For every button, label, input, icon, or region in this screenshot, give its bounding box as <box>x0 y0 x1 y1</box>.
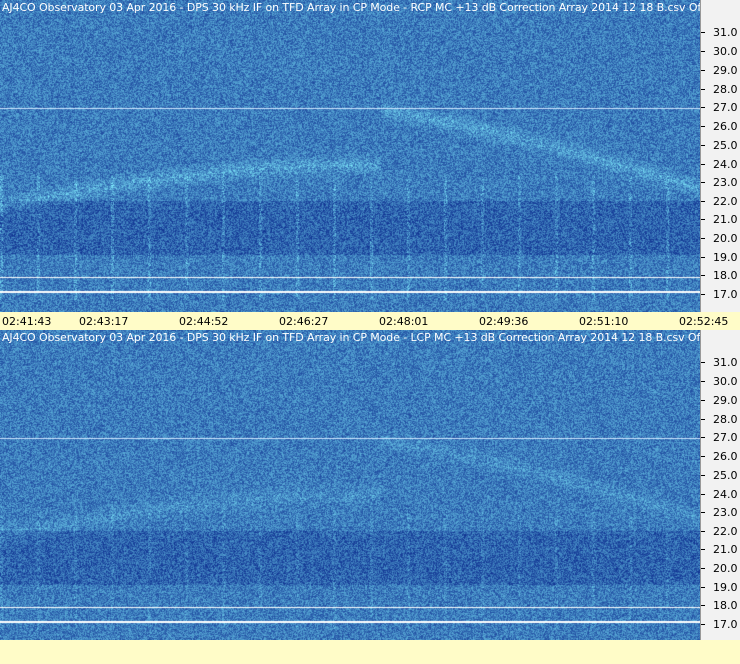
time-tick: 02:49:36 <box>479 315 529 328</box>
rcp-spectrogram-image <box>0 0 700 312</box>
time-tick: 02:52:45 <box>679 315 729 328</box>
lcp-panel-title: AJ4CO Observatory 03 Apr 2016 - DPS 30 k… <box>2 331 700 344</box>
time-tick: 02:41:43 <box>2 315 52 328</box>
rcp-panel-title: AJ4CO Observatory 03 Apr 2016 - DPS 30 k… <box>2 1 700 14</box>
time-tick: 02:46:27 <box>279 315 329 328</box>
rcp-panel: AJ4CO Observatory 03 Apr 2016 - DPS 30 k… <box>0 0 740 312</box>
bottom-margin-bar <box>0 640 740 664</box>
lcp-panel: AJ4CO Observatory 03 Apr 2016 - DPS 30 k… <box>0 330 740 664</box>
rcp-frequency-axis: 31.0 30.0 29.0 28.0 27.0 26.0 25.0 24.0 … <box>700 0 740 312</box>
time-tick: 02:48:01 <box>379 315 429 328</box>
rcp-spectrogram: AJ4CO Observatory 03 Apr 2016 - DPS 30 k… <box>0 0 700 312</box>
lcp-frequency-axis: 31.0 30.0 29.0 28.0 27.0 26.0 25.0 24.0 … <box>700 330 740 640</box>
lcp-spectrogram: AJ4CO Observatory 03 Apr 2016 - DPS 30 k… <box>0 330 700 640</box>
time-tick: 02:51:10 <box>579 315 629 328</box>
time-tick: 02:43:17 <box>79 315 129 328</box>
time-axis: 02:41:43 02:43:17 02:44:52 02:46:27 02:4… <box>0 312 740 330</box>
time-tick: 02:44:52 <box>179 315 229 328</box>
lcp-spectrogram-image <box>0 330 700 640</box>
